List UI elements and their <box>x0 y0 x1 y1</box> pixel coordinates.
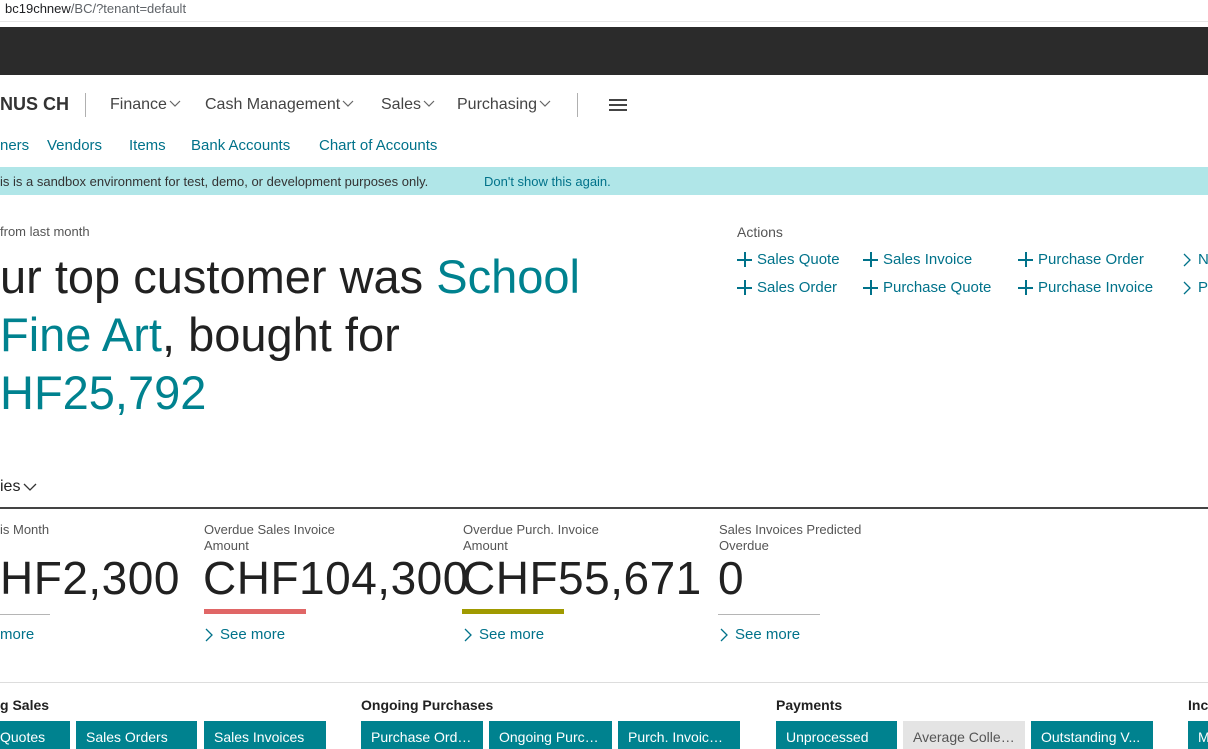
kpi-status-bar <box>0 614 50 615</box>
quick-link-items[interactable]: Items <box>129 137 166 154</box>
plus-icon <box>737 280 752 295</box>
kpi-see-more-link[interactable]: See more <box>463 626 544 643</box>
action-label: P <box>1198 279 1208 296</box>
insight-headline: ur top customer was School Fine Art, boug… <box>0 248 620 422</box>
action-purchase-order[interactable]: Purchase Order <box>1018 251 1144 268</box>
quick-link-bank-accounts[interactable]: Bank Accounts <box>191 137 290 154</box>
tile-purchase-orders[interactable]: Purchase Orders <box>361 721 483 749</box>
chevron-right-icon <box>1183 281 1191 294</box>
insight-subtitle: from last month <box>0 224 90 239</box>
chevron-right-icon <box>1183 253 1191 266</box>
nav-menu-finance[interactable]: Finance <box>110 96 181 114</box>
headline-text: ur top customer was <box>0 250 437 303</box>
chevron-down-icon <box>539 100 551 107</box>
tile-incoming-documents[interactable]: M <box>1188 721 1208 749</box>
action-label: Sales Invoice <box>883 251 973 268</box>
plus-icon <box>863 280 878 295</box>
browser-address-bar[interactable]: bc19chnew/BC/?tenant=default <box>0 0 1208 22</box>
plus-icon <box>863 252 878 267</box>
see-more-label: See more <box>479 626 545 643</box>
plus-icon <box>1018 280 1033 295</box>
chevron-down-icon <box>423 100 435 107</box>
nav-menu-label: Purchasing <box>457 96 538 113</box>
tile-sales-orders[interactable]: Sales Orders <box>76 721 197 749</box>
quick-link-customers[interactable]: ners <box>0 137 29 154</box>
nav-menu-label: Sales <box>381 96 422 113</box>
tile-group-title: Inc <box>1188 697 1208 713</box>
nav-menu-sales[interactable]: Sales <box>381 96 435 114</box>
nav-separator <box>577 93 578 117</box>
tile-unprocessed-payments[interactable]: Unprocessed <box>776 721 897 749</box>
nav-menu-cash-management[interactable]: Cash Management <box>205 96 354 114</box>
kpi-status-bar <box>718 614 820 615</box>
see-more-label: more <box>0 626 35 643</box>
chevron-down-icon <box>342 100 354 107</box>
action-sales-quote[interactable]: Sales Quote <box>737 251 840 268</box>
action-sales-invoice[interactable]: Sales Invoice <box>863 251 972 268</box>
action-purchase-quote[interactable]: Purchase Quote <box>863 279 991 296</box>
tile-sales-invoices[interactable]: Sales Invoices <box>204 721 326 749</box>
tile-group-title: g Sales <box>0 697 50 713</box>
tile-outstanding-vendor-invoices[interactable]: Outstanding V... <box>1031 721 1153 749</box>
hamburger-menu-icon[interactable] <box>609 99 627 111</box>
kpi-value[interactable]: HF2,300 <box>0 550 180 606</box>
nav-separator <box>85 93 86 117</box>
see-more-label: See more <box>735 626 801 643</box>
action-label: Sales Quote <box>757 251 840 268</box>
headline-text: , bought for <box>161 308 400 361</box>
plus-icon <box>1018 252 1033 267</box>
nav-menu-label: Finance <box>110 96 167 113</box>
chevron-down-icon <box>169 100 181 107</box>
top-customer-link[interactable]: School <box>436 250 580 303</box>
actions-title: Actions <box>737 224 783 240</box>
kpi-value[interactable]: 0 <box>718 550 744 606</box>
action-purchase-invoice[interactable]: Purchase Invoice <box>1018 279 1153 296</box>
action-label: Sales Order <box>757 279 838 296</box>
kpi-value[interactable]: CHF55,671 <box>462 550 702 606</box>
chevron-right-icon <box>464 628 472 641</box>
dont-show-again-link[interactable]: Don't show this again. <box>484 174 611 189</box>
tile-ongoing-purchase-invoices[interactable]: Ongoing Purch... <box>489 721 612 749</box>
tile-group-title: Ongoing Purchases <box>361 697 494 713</box>
action-label: Purchase Order <box>1038 251 1144 268</box>
tile-average-collection-days[interactable]: Average Collec... <box>903 721 1025 749</box>
action-label: Purchase Invoice <box>1038 279 1154 296</box>
action-label: N <box>1198 251 1208 268</box>
section-divider <box>0 682 1208 683</box>
quick-link-vendors[interactable]: Vendors <box>47 137 102 154</box>
action-payments[interactable]: P <box>1182 279 1208 296</box>
tile-sales-quotes[interactable]: Quotes <box>0 721 70 749</box>
kpi-see-more-link[interactable]: See more <box>719 626 800 643</box>
url-host: bc19chnew <box>5 1 71 16</box>
kpi-label: is Month <box>0 522 50 537</box>
top-customer-amount[interactable]: HF25,792 <box>0 366 206 419</box>
tile-group-title: Payments <box>776 697 843 713</box>
kpi-section-header[interactable]: ies <box>0 478 37 496</box>
company-name[interactable]: NUS CH <box>0 94 69 115</box>
nav-menu-label: Cash Management <box>205 96 341 113</box>
quick-link-chart-of-accounts[interactable]: Chart of Accounts <box>319 137 437 154</box>
kpi-status-bar <box>462 609 564 614</box>
kpi-see-more-link[interactable]: See more <box>204 626 285 643</box>
section-divider <box>0 507 1208 509</box>
kpi-value[interactable]: CHF104,300 <box>203 550 469 606</box>
url-text[interactable]: bc19chnew/BC/?tenant=default <box>5 1 186 16</box>
section-title: ies <box>0 478 21 495</box>
chevron-right-icon <box>205 628 213 641</box>
nav-menu-purchasing[interactable]: Purchasing <box>457 96 551 114</box>
tile-purch-invoices-next-week[interactable]: Purch. Invoices... <box>618 721 740 749</box>
chevron-down-icon <box>23 483 37 491</box>
see-more-label: See more <box>220 626 286 643</box>
app-top-bar <box>0 27 1208 75</box>
kpi-status-bar <box>204 609 306 614</box>
banner-message: is is a sandbox environment for test, de… <box>0 174 429 189</box>
top-customer-link[interactable]: Fine Art <box>0 308 162 361</box>
action-new[interactable]: N <box>1182 251 1208 268</box>
action-sales-order[interactable]: Sales Order <box>737 279 837 296</box>
chevron-right-icon <box>720 628 728 641</box>
plus-icon <box>737 252 752 267</box>
action-label: Purchase Quote <box>883 279 992 296</box>
kpi-see-more-link[interactable]: more <box>0 626 34 643</box>
url-path: /BC/?tenant=default <box>70 1 187 16</box>
